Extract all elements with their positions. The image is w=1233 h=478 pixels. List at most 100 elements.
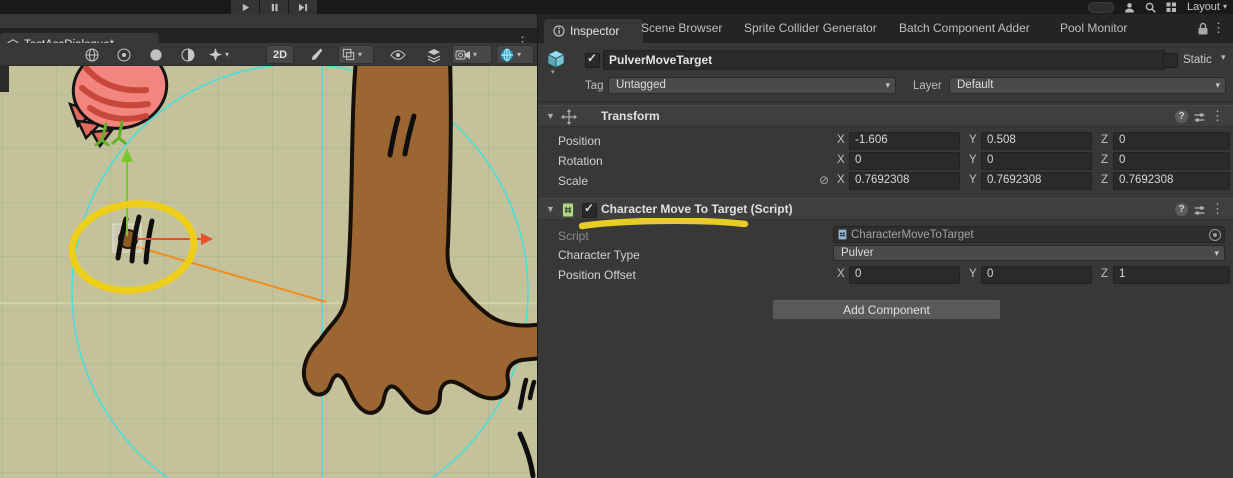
tab-inspector[interactable]: Inspector: [544, 19, 643, 43]
scene-effects-button[interactable]: [178, 45, 198, 64]
inspector-panel: Inspector Scene Browser Sprite Collider …: [537, 14, 1233, 478]
scale-y-field[interactable]: 0.7692308: [981, 172, 1092, 190]
script-foldout-icon[interactable]: ▼: [546, 204, 555, 214]
search-icon[interactable]: [1145, 2, 1156, 13]
layer-value: Default: [957, 79, 993, 91]
tab-pool-monitor[interactable]: Pool Monitor: [1060, 14, 1127, 43]
transform-menu-icon[interactable]: ⋮: [1211, 109, 1224, 122]
transform-icon: [561, 109, 577, 125]
step-button[interactable]: [289, 0, 317, 14]
position-z-field[interactable]: 0: [1113, 132, 1230, 150]
gameobject-name-field[interactable]: [603, 50, 1166, 70]
offset-x-field[interactable]: 0: [849, 266, 960, 284]
tab-batch-component-adder[interactable]: Batch Component Adder: [899, 14, 1030, 43]
caret-down-icon: ▾: [358, 50, 362, 59]
axis-z-label: Z: [1101, 154, 1108, 166]
character-type-dropdown[interactable]: Pulver ▾: [833, 245, 1225, 261]
inspector-tab-icon: [553, 25, 565, 37]
static-flags-caret[interactable]: ▾: [1221, 52, 1226, 63]
scale-z-field[interactable]: 0.7692308: [1113, 172, 1230, 190]
visibility-toggle-button[interactable]: [388, 45, 408, 64]
lock-icon[interactable]: [1197, 22, 1208, 35]
caret-down-icon: ▾: [885, 78, 890, 93]
transform-presets-icon[interactable]: [1193, 111, 1206, 124]
gameobject-active-checkbox[interactable]: ✓: [585, 53, 600, 68]
transform-help-icon[interactable]: ?: [1175, 110, 1188, 123]
rotation-y-field[interactable]: 0: [981, 152, 1092, 170]
script-field-row: Script CharacterMoveToTarget: [538, 226, 1233, 246]
play-icon: [241, 3, 250, 12]
scale-link-icon[interactable]: ⊘: [819, 173, 829, 187]
scene-lighting-button[interactable]: [114, 45, 134, 64]
gameobject-header: ▾ ✓ Static ▾ Tag Untagged ▾ Layer Defaul…: [538, 43, 1233, 102]
character-type-value: Pulver: [841, 247, 874, 259]
tag-dropdown[interactable]: Untagged ▾: [608, 77, 896, 94]
transform-component-header[interactable]: ▼ Transform ? ⋮: [538, 105, 1233, 127]
script-presets-icon[interactable]: [1193, 204, 1206, 217]
script-menu-icon[interactable]: ⋮: [1211, 202, 1224, 215]
character-type-label: Character Type: [558, 248, 640, 262]
effects-options-dropdown[interactable]: ▾: [206, 45, 231, 64]
gizmo-globe-icon: [499, 47, 515, 63]
axis-z-label: Z: [1101, 174, 1108, 186]
rotation-z-field[interactable]: 0: [1113, 152, 1230, 170]
star-icon: [208, 47, 223, 62]
axis-x-label: X: [837, 268, 845, 280]
stack-icon: [426, 47, 442, 63]
axis-x-label: X: [837, 134, 845, 146]
axis-z-label: Z: [1101, 268, 1108, 280]
csharp-script-icon: [561, 202, 575, 218]
account-icon[interactable]: [1124, 2, 1135, 13]
tag-value: Untagged: [616, 79, 666, 91]
tab-sprite-collider-generator[interactable]: Sprite Collider Generator: [744, 14, 877, 43]
tab-scene-browser[interactable]: Scene Browser: [641, 14, 722, 43]
scene-view-toolbar: ▾ 2D ▾ ▾ ▾: [0, 43, 537, 66]
render-mode-button[interactable]: [82, 45, 102, 64]
static-checkbox[interactable]: [1163, 53, 1178, 68]
play-button[interactable]: [231, 0, 259, 14]
rotation-label: Rotation: [558, 154, 603, 168]
offset-y-field[interactable]: 0: [981, 266, 1092, 284]
script-object-field[interactable]: CharacterMoveToTarget: [833, 226, 1225, 243]
inspector-menu-icon[interactable]: ⋮: [1212, 21, 1225, 34]
mode-2d-label: 2D: [269, 49, 291, 61]
axis-y-label: Y: [969, 174, 977, 186]
pause-button[interactable]: [260, 0, 288, 14]
layers-grid-icon[interactable]: [1166, 2, 1177, 13]
scene-audio-button[interactable]: [146, 45, 166, 64]
camera-options-dropdown[interactable]: ▾: [452, 45, 492, 64]
offset-z-field[interactable]: 1: [1113, 266, 1230, 284]
sprite-layers-dropdown[interactable]: ▾: [338, 45, 374, 64]
script-help-icon[interactable]: ?: [1175, 203, 1188, 216]
axis-y-label: Y: [969, 134, 977, 146]
scene-canvas[interactable]: [0, 66, 537, 478]
scale-x-field[interactable]: 0.7692308: [849, 172, 960, 190]
position-x-field[interactable]: -1.606: [849, 132, 960, 150]
rotation-x-field[interactable]: 0: [849, 152, 960, 170]
scene-paint-button[interactable]: [308, 45, 327, 64]
tab-inspector-label: Inspector: [570, 24, 619, 38]
mode-2d-button[interactable]: 2D: [266, 45, 294, 64]
script-enabled-checkbox[interactable]: ✓: [582, 203, 597, 218]
cloud-services-button[interactable]: [1088, 2, 1114, 13]
gizmos-dropdown[interactable]: ▾: [496, 45, 534, 64]
position-y-field[interactable]: 0.508: [981, 132, 1092, 150]
inspector-tab-strip: Inspector Scene Browser Sprite Collider …: [538, 14, 1233, 43]
axis-y-label: Y: [969, 268, 977, 280]
axis-x-label: X: [837, 154, 845, 166]
position-offset-label: Position Offset: [558, 268, 636, 282]
layout-label: Layout: [1187, 0, 1220, 14]
add-component-button[interactable]: Add Component: [772, 299, 1001, 320]
layer-dropdown[interactable]: Default ▾: [949, 77, 1226, 94]
position-row: Position X -1.606 Y 0.508 Z 0: [538, 131, 1233, 151]
layers-stack-button[interactable]: [424, 45, 444, 64]
axis-x-label: X: [837, 174, 845, 186]
transform-foldout-icon[interactable]: ▼: [546, 111, 555, 121]
play-controls: [231, 0, 317, 14]
gameobject-icon-caret[interactable]: ▾: [551, 68, 555, 76]
script-component-header[interactable]: ▼ ✓ Character Move To Target (Script) ? …: [538, 198, 1233, 220]
object-picker-icon[interactable]: [1209, 229, 1221, 241]
tag-label: Tag: [585, 79, 604, 93]
layout-dropdown[interactable]: Layout ▾: [1187, 0, 1227, 14]
axis-z-label: Z: [1101, 134, 1108, 146]
